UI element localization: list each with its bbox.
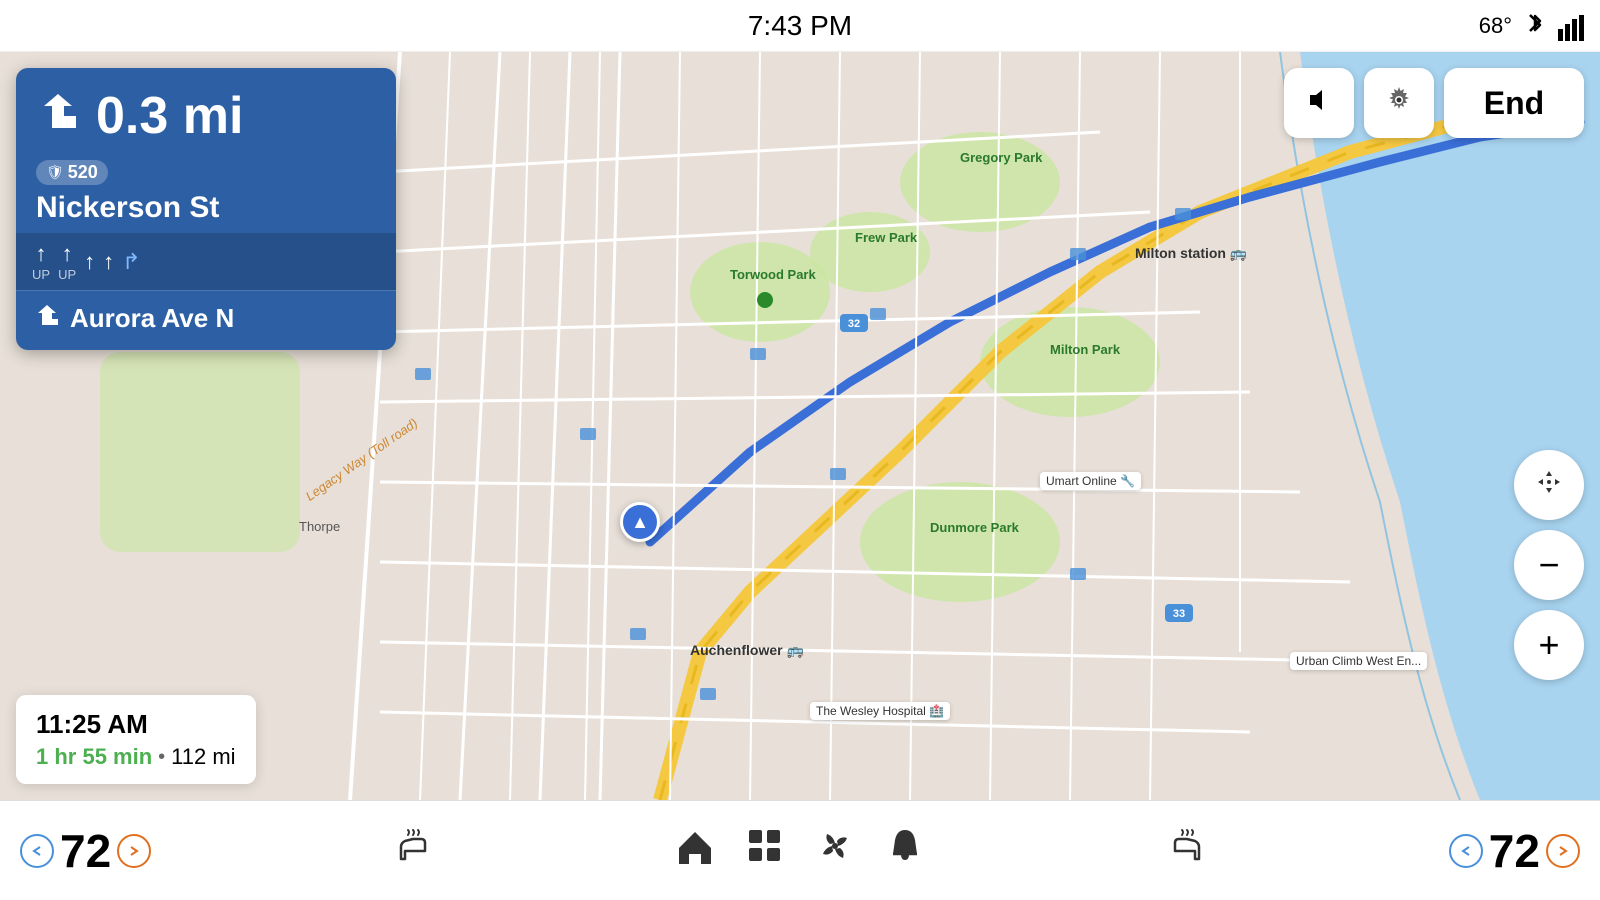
grid-icon[interactable] xyxy=(745,826,785,875)
bottom-nav-icons xyxy=(675,826,925,875)
pan-button[interactable] xyxy=(1514,450,1584,520)
right-heat-icon xyxy=(1167,827,1207,875)
bluetooth-icon xyxy=(1524,9,1546,43)
umart-poi: Umart Online 🔧 xyxy=(1040,472,1141,490)
urban-climb-poi: Urban Climb West En... xyxy=(1290,652,1427,670)
left-heat-icon xyxy=(393,827,433,875)
zoom-in-icon: + xyxy=(1538,627,1559,663)
zoom-out-button[interactable]: − xyxy=(1514,530,1584,600)
location-arrow-icon: ▲ xyxy=(631,512,649,533)
next-street-name: Aurora Ave N xyxy=(70,303,234,334)
route-badge-icon: 🛡 xyxy=(46,164,64,181)
map-area[interactable]: 32 33 Gregory Park Frew Park Torwood Par… xyxy=(0,52,1600,800)
svg-text:33: 33 xyxy=(1173,608,1185,620)
right-temp-down-button[interactable] xyxy=(1449,834,1483,868)
right-temperature: 72 xyxy=(1489,824,1540,878)
top-controls: End xyxy=(1284,68,1584,138)
bottom-bar: 72 xyxy=(0,800,1600,900)
nav-street-name: Nickerson St xyxy=(36,191,376,225)
signal-icon xyxy=(1558,15,1580,37)
volume-button[interactable] xyxy=(1284,68,1354,138)
settings-button[interactable] xyxy=(1364,68,1434,138)
navigation-card: 0.3 mi 🛡 520 Nickerson St ↑ UP ↑ UP ↑ ↑ xyxy=(16,68,396,350)
location-marker: ▲ xyxy=(620,502,660,542)
eta-duration: 1 hr 55 min xyxy=(36,744,152,770)
fan-icon[interactable] xyxy=(815,826,855,875)
lane-item: ↑ UP xyxy=(32,241,50,282)
lane-item: ↑ xyxy=(84,249,95,275)
lane-item: ↑ UP xyxy=(58,241,76,282)
bell-icon[interactable] xyxy=(885,826,925,875)
left-temp-up-button[interactable] xyxy=(117,834,151,868)
zoom-in-button[interactable]: + xyxy=(1514,610,1584,680)
turn-arrow-icon xyxy=(32,88,82,145)
eta-arrival-time: 11:25 AM xyxy=(36,709,236,740)
volume-icon xyxy=(1304,85,1334,122)
nav-distance: 0.3 mi xyxy=(96,86,243,146)
svg-text:32: 32 xyxy=(848,318,860,330)
left-temp-section: 72 xyxy=(20,824,151,878)
status-bar: 7:43 PM 68° xyxy=(0,0,1600,52)
right-controls: − + xyxy=(1514,450,1584,680)
left-temp-down-button[interactable] xyxy=(20,834,54,868)
eta-distance: 112 mi xyxy=(171,744,235,770)
nav-route-number: 520 xyxy=(68,162,98,183)
settings-icon xyxy=(1384,85,1414,122)
wesley-hospital-poi: The Wesley Hospital 🏥 xyxy=(810,702,950,720)
next-turn-icon xyxy=(32,301,60,336)
status-time: 7:43 PM xyxy=(748,10,852,42)
zoom-out-icon: − xyxy=(1538,547,1559,583)
status-temperature: 68° xyxy=(1479,13,1512,39)
home-icon[interactable] xyxy=(675,826,715,875)
lane-item: ↑ xyxy=(103,249,114,275)
right-temp-up-button[interactable] xyxy=(1546,834,1580,868)
right-temp-section: 72 xyxy=(1449,824,1580,878)
pan-icon xyxy=(1534,467,1564,504)
end-button[interactable]: End xyxy=(1444,68,1584,138)
lane-item-active: ↱ xyxy=(122,249,140,275)
eta-card: 11:25 AM 1 hr 55 min • 112 mi xyxy=(16,695,256,784)
left-temperature: 72 xyxy=(60,824,111,878)
